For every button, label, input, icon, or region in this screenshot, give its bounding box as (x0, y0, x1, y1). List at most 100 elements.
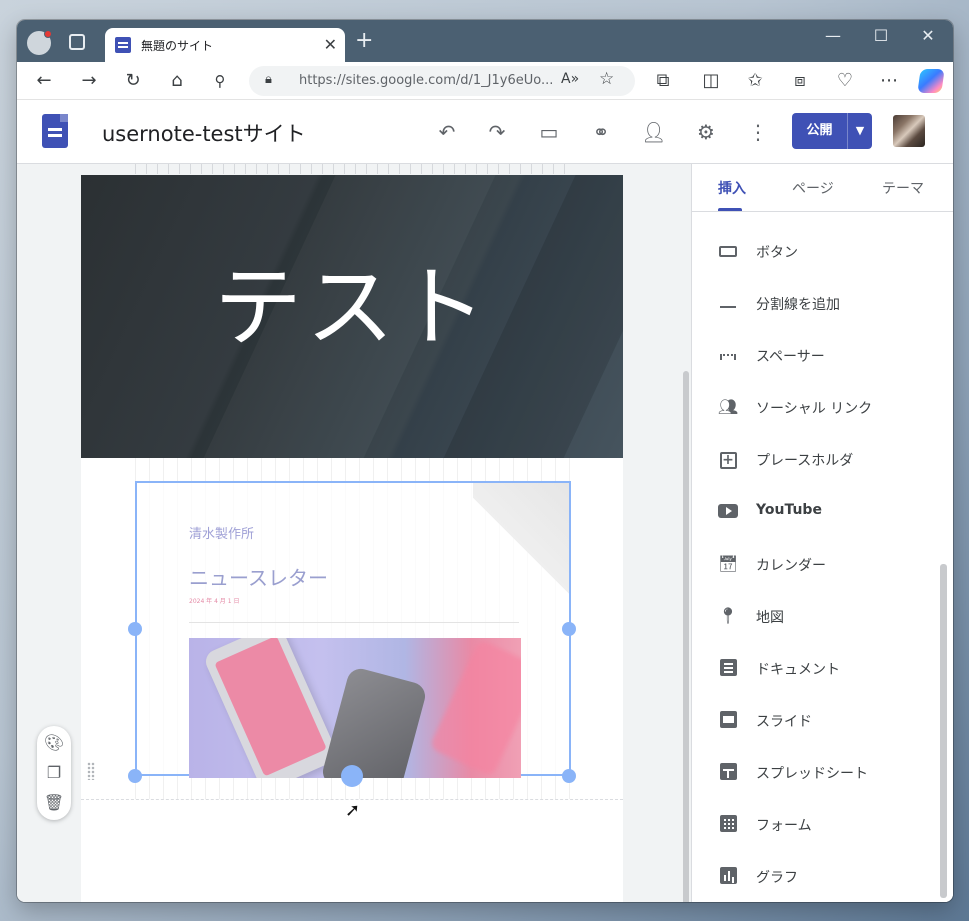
resize-handle-bottom[interactable] (341, 765, 363, 787)
youtube-icon (716, 501, 740, 521)
browser-window: 無題のサイト ✕ + — ☐ ✕ ← → ↻ ⌂ ⚲ 🔒︎ https://si… (17, 20, 953, 902)
insert-slides[interactable]: スライド (692, 701, 942, 753)
insert-item-label: プレースホルダ (756, 453, 854, 470)
share-icon[interactable]: 👤︎ (641, 120, 666, 144)
site-page: テスト 清水製作所 ニュースレター 2024 年 4 月 1 日 (81, 175, 623, 902)
insert-button[interactable]: ボタン (692, 232, 942, 284)
document-company: 清水製作所 (189, 527, 255, 542)
insert-item-label: グラフ (756, 870, 798, 887)
insert-divider[interactable]: 分割線を追加 (692, 284, 942, 336)
address-bar[interactable]: 🔒︎ https://sites.google.com/d/1_J1y6eUo.… (249, 66, 635, 96)
search-icon[interactable]: ⚲ (207, 68, 233, 94)
split-screen-icon[interactable]: ◫ (698, 68, 724, 94)
resize-handle-left[interactable] (128, 622, 142, 636)
url-text[interactable]: https://sites.google.com/d/1_J1y6eUo... (299, 73, 553, 88)
browser-essentials-icon[interactable]: ♡ (832, 68, 858, 94)
new-tab-icon[interactable]: + (355, 28, 373, 53)
settings-icon[interactable]: ⚙ (694, 120, 718, 144)
calendar-icon: 📅︎ (717, 553, 739, 573)
minimize-icon[interactable]: — (811, 26, 855, 45)
insert-social-links[interactable]: 👥︎ ソーシャル リンク (692, 388, 942, 440)
sites-favicon-icon (115, 37, 131, 53)
home-icon[interactable]: ⌂ (164, 68, 190, 94)
preview-icon[interactable]: ▭ (537, 120, 561, 144)
publish-label[interactable]: 公開 (792, 113, 847, 149)
undo-icon[interactable]: ↶ (435, 120, 459, 144)
document-rule (189, 622, 519, 623)
hero-banner[interactable]: テスト (81, 175, 623, 458)
link-icon[interactable]: ⚭ (589, 120, 613, 144)
publish-dropdown-icon[interactable]: ▼ (848, 113, 872, 149)
palette-icon[interactable]: 🎨︎ (37, 730, 71, 756)
insert-spacer[interactable]: スペーサー (692, 336, 942, 388)
collections-icon[interactable]: ⧈ (787, 68, 813, 94)
tab-actions-icon[interactable] (69, 34, 85, 50)
browser-tab-active[interactable]: 無題のサイト ✕ (105, 28, 345, 62)
forward-icon[interactable]: → (76, 68, 102, 94)
map-icon: 📍︎ (717, 605, 739, 625)
phone-image (319, 665, 429, 778)
insert-sheets[interactable]: スプレッドシート (692, 753, 942, 805)
favorites-icon[interactable]: ✩ (742, 68, 768, 94)
delete-icon[interactable]: 🗑︎ (37, 790, 71, 816)
more-vert-icon[interactable]: ⋮ (746, 120, 770, 144)
chart-icon (716, 866, 740, 886)
panel-scrollbar[interactable] (940, 564, 947, 898)
insert-forms[interactable]: フォーム (692, 805, 942, 857)
insert-item-label: 地図 (756, 609, 784, 626)
publish-button[interactable]: 公開 ▼ (792, 113, 872, 149)
insert-chart[interactable]: グラフ (692, 857, 942, 902)
hero-title[interactable]: テスト (81, 237, 623, 364)
section-toolbar: 🎨︎ ❐ 🗑︎ (37, 726, 71, 820)
document-date: 2024 年 4 月 1 日 (189, 598, 240, 605)
tab-insert[interactable]: 挿入 (718, 178, 746, 198)
avatar[interactable] (893, 115, 925, 147)
phone-image (428, 638, 521, 778)
insert-docs[interactable]: ドキュメント (692, 649, 942, 701)
canvas-scrollbar[interactable] (683, 371, 689, 902)
insert-item-label: スペーサー (756, 349, 825, 366)
resize-handle-right[interactable] (562, 622, 576, 636)
insert-list: ボタン 分割線を追加 スペーサー 👥︎ ソーシャル リンク + プレースホルダ … (692, 232, 942, 902)
resize-handle-bottom-left[interactable] (128, 769, 142, 783)
button-icon (716, 241, 740, 261)
maximize-icon[interactable]: ☐ (859, 26, 903, 45)
back-icon[interactable]: ← (31, 68, 57, 94)
insert-calendar[interactable]: 📅︎ カレンダー (692, 545, 942, 597)
extensions-icon[interactable]: ⧉ (650, 68, 676, 94)
tab-title: 無題のサイト (141, 39, 214, 53)
insert-youtube[interactable]: YouTube (692, 492, 942, 544)
redo-icon[interactable]: ↷ (485, 120, 509, 144)
close-tab-icon[interactable]: ✕ (324, 35, 337, 54)
notification-dot (44, 30, 52, 38)
duplicate-icon[interactable]: ❐ (37, 760, 71, 786)
divider-icon (716, 293, 740, 313)
read-aloud-icon[interactable]: A» (561, 71, 579, 87)
insert-item-label: フォーム (756, 818, 812, 835)
favorite-icon[interactable]: ☆ (599, 69, 614, 89)
social-links-icon: 👥︎ (717, 397, 739, 417)
embedded-document[interactable]: 清水製作所 ニュースレター 2024 年 4 月 1 日 (135, 481, 571, 778)
profile-icon[interactable] (27, 30, 52, 55)
more-icon[interactable]: ⋯ (876, 68, 902, 94)
site-name[interactable]: usernote-testサイト (102, 118, 306, 148)
lock-icon[interactable]: 🔒︎ (265, 72, 272, 87)
tab-pages[interactable]: ページ (792, 178, 834, 198)
resize-handle-bottom-right[interactable] (562, 769, 576, 783)
insert-map[interactable]: 📍︎ 地図 (692, 597, 942, 649)
phone-image (202, 638, 340, 778)
document-title: ニュースレター (189, 566, 328, 590)
window-close-icon[interactable]: ✕ (906, 26, 950, 45)
insert-placeholder[interactable]: + プレースホルダ (692, 440, 942, 492)
insert-item-label: ソーシャル リンク (756, 401, 873, 418)
refresh-icon[interactable]: ↻ (120, 68, 146, 94)
drag-handle-icon[interactable] (87, 762, 95, 780)
sites-header: usernote-testサイト ↶ ↷ ▭ ⚭ 👤︎ ⚙ ⋮ 公開 ▼ (17, 100, 953, 164)
editor-canvas: テスト 清水製作所 ニュースレター 2024 年 4 月 1 日 🎨︎ ❐ 🗑︎ (17, 164, 691, 902)
copilot-icon[interactable] (917, 69, 945, 93)
insert-item-label: スライド (756, 713, 812, 730)
sites-logo-icon[interactable] (42, 114, 68, 148)
cursor-icon: ➚ (345, 800, 361, 821)
insert-item-label: カレンダー (756, 557, 826, 574)
tab-themes[interactable]: テーマ (882, 178, 924, 198)
